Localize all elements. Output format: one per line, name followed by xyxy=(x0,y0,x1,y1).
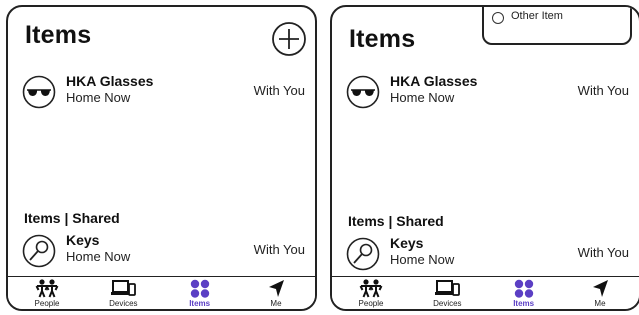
tab-label: Me xyxy=(270,299,282,308)
items-icon xyxy=(514,279,534,298)
tab-label: Devices xyxy=(109,299,138,308)
tab-me[interactable]: Me xyxy=(567,277,633,309)
shared-section-title: Items | Shared xyxy=(348,213,444,229)
item-location: Home Now xyxy=(390,252,455,267)
item-status: With You xyxy=(253,242,305,257)
item-name: Keys xyxy=(390,235,424,251)
tab-devices[interactable]: Devices xyxy=(90,277,156,309)
add-item-dropdown: Other Item xyxy=(482,7,632,45)
tab-people[interactable]: People xyxy=(338,277,404,309)
tab-label: Items xyxy=(189,299,211,308)
tab-bar: People Devices Items Me xyxy=(332,276,639,309)
list-item-hka-glasses[interactable]: HKA Glasses Home Now With You xyxy=(22,73,305,113)
glasses-icon xyxy=(346,75,380,109)
location-arrow-icon xyxy=(590,279,610,298)
add-item-button[interactable] xyxy=(271,21,307,57)
tab-items[interactable]: Items xyxy=(167,277,233,309)
key-icon xyxy=(346,237,380,271)
tab-items[interactable]: Items xyxy=(491,277,557,309)
tab-people[interactable]: People xyxy=(14,277,80,309)
item-status: With You xyxy=(577,245,629,260)
list-item-keys[interactable]: Keys Home Now With You xyxy=(22,232,305,272)
item-location: Home Now xyxy=(66,90,131,105)
item-location: Home Now xyxy=(66,249,131,264)
tab-label: People xyxy=(358,299,384,308)
item-name: Keys xyxy=(66,232,100,248)
tab-devices[interactable]: Devices xyxy=(414,277,480,309)
tab-label: Items xyxy=(513,299,535,308)
item-location: Home Now xyxy=(390,90,455,105)
page-title: Items xyxy=(349,25,416,53)
key-icon xyxy=(22,234,56,268)
list-item-hka-glasses[interactable]: HKA Glasses Home Now With You xyxy=(346,73,629,113)
tab-me[interactable]: Me xyxy=(243,277,309,309)
item-status: With You xyxy=(253,83,305,98)
items-screen-left: Items HKA Glasses Home Now With You Item… xyxy=(6,5,317,311)
item-status: With You xyxy=(577,83,629,98)
items-icon xyxy=(190,279,210,298)
tab-label: Me xyxy=(594,299,606,308)
tab-label: People xyxy=(34,299,60,308)
list-item-keys[interactable]: Keys Home Now With You xyxy=(346,235,629,275)
items-screen-right: Items Other Item HKA Glasses Home Now Wi… xyxy=(330,5,639,311)
shared-section-title: Items | Shared xyxy=(24,210,120,226)
people-icon xyxy=(34,279,60,298)
dropdown-option-label[interactable]: Other Item xyxy=(511,10,563,22)
tab-bar: People Devices Items Me xyxy=(8,276,315,309)
glasses-icon xyxy=(22,75,56,109)
tab-label: Devices xyxy=(433,299,462,308)
plus-circle-icon xyxy=(272,22,306,56)
people-icon xyxy=(358,279,384,298)
radio-icon[interactable] xyxy=(492,12,504,24)
devices-icon xyxy=(110,279,137,298)
item-name: HKA Glasses xyxy=(390,73,478,89)
page-title: Items xyxy=(25,21,92,49)
item-name: HKA Glasses xyxy=(66,73,154,89)
devices-icon xyxy=(434,279,461,298)
location-arrow-icon xyxy=(266,279,286,298)
